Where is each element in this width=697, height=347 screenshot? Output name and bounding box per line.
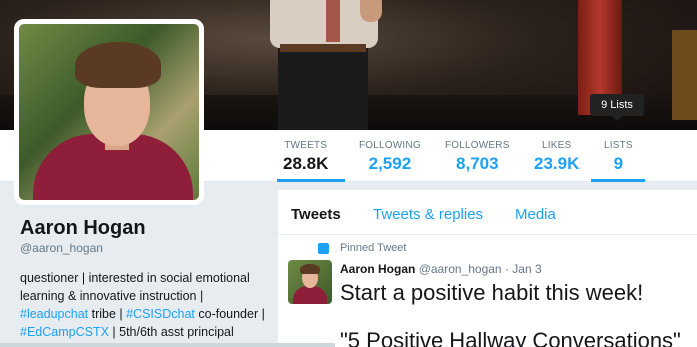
timeline-tabs: Tweets Tweets & replies Media — [278, 190, 697, 235]
bio-text-4: | 5th/6th asst principal — [108, 325, 234, 339]
profile-avatar[interactable] — [14, 19, 204, 205]
profile-bio: questioner | interested in social emotio… — [20, 269, 270, 341]
pin-icon — [318, 243, 329, 254]
bio-text-3: co-founder | — [194, 307, 265, 321]
stat-lists-underline — [591, 179, 645, 182]
stat-following-value: 2,592 — [368, 154, 412, 173]
lists-tooltip: 9 Lists — [590, 94, 644, 116]
tab-tweets[interactable]: Tweets — [291, 206, 341, 223]
bio-text-1: questioner | interested in social emotio… — [20, 271, 250, 303]
stat-followers[interactable]: FOLLOWERS 8,703 — [445, 140, 510, 174]
tweet-text: Start a positive habit this week! — [340, 280, 644, 305]
profile-handle[interactable]: @aaron_hogan — [20, 241, 270, 255]
bio-text-2: tribe | — [88, 307, 127, 321]
stat-likes-label: LIKES — [542, 140, 572, 151]
timeline: Tweets Tweets & replies Media Pinned Twe… — [278, 190, 697, 347]
tweet-meta[interactable]: @aaron_hogan · Jan 3 — [419, 262, 542, 276]
stat-following-label: FOLLOWING — [359, 140, 421, 151]
tweet-author-name[interactable]: Aaron Hogan — [340, 262, 415, 276]
tab-media[interactable]: Media — [515, 206, 556, 223]
profile-sidebar: Aaron Hogan @aaron_hogan questioner | in… — [20, 217, 270, 341]
hashtag-csisdchat[interactable]: #CSISDchat — [126, 307, 195, 321]
pinned-tweet-label: Pinned Tweet — [340, 242, 407, 254]
stat-followers-value: 8,703 — [456, 154, 499, 173]
tweet-avatar[interactable] — [288, 260, 332, 304]
stat-likes-value: 23.9K — [534, 154, 580, 173]
hashtag-leadupchat[interactable]: #leadupchat — [20, 307, 88, 321]
stat-tweets-underline — [277, 179, 345, 182]
stat-tweets-label: TWEETS — [284, 140, 328, 151]
profile-name[interactable]: Aaron Hogan — [20, 217, 270, 240]
stat-lists-value: 9 — [613, 154, 624, 173]
tab-tweets-replies[interactable]: Tweets & replies — [373, 206, 483, 223]
stat-lists[interactable]: LISTS 9 — [604, 140, 633, 174]
tweet-text-continued: "5 Positive Hallway Conversations" — [340, 328, 681, 347]
profile-page: 9 Lists TWEETS 28.8K FOLLOWING 2,592 FOL… — [0, 0, 697, 347]
stat-following[interactable]: FOLLOWING 2,592 — [359, 140, 421, 174]
tweet-header: Aaron Hogan @aaron_hogan · Jan 3 — [340, 262, 542, 276]
bottom-scrollbar[interactable] — [0, 343, 335, 347]
stat-likes[interactable]: LIKES 23.9K — [534, 140, 579, 174]
hashtag-edcampcstx[interactable]: #EdCampCSTX — [20, 325, 109, 339]
stat-followers-label: FOLLOWERS — [445, 140, 510, 151]
stat-tweets[interactable]: TWEETS 28.8K — [283, 140, 328, 174]
stat-lists-label: LISTS — [604, 140, 633, 151]
stat-tweets-value: 28.8K — [283, 154, 329, 173]
